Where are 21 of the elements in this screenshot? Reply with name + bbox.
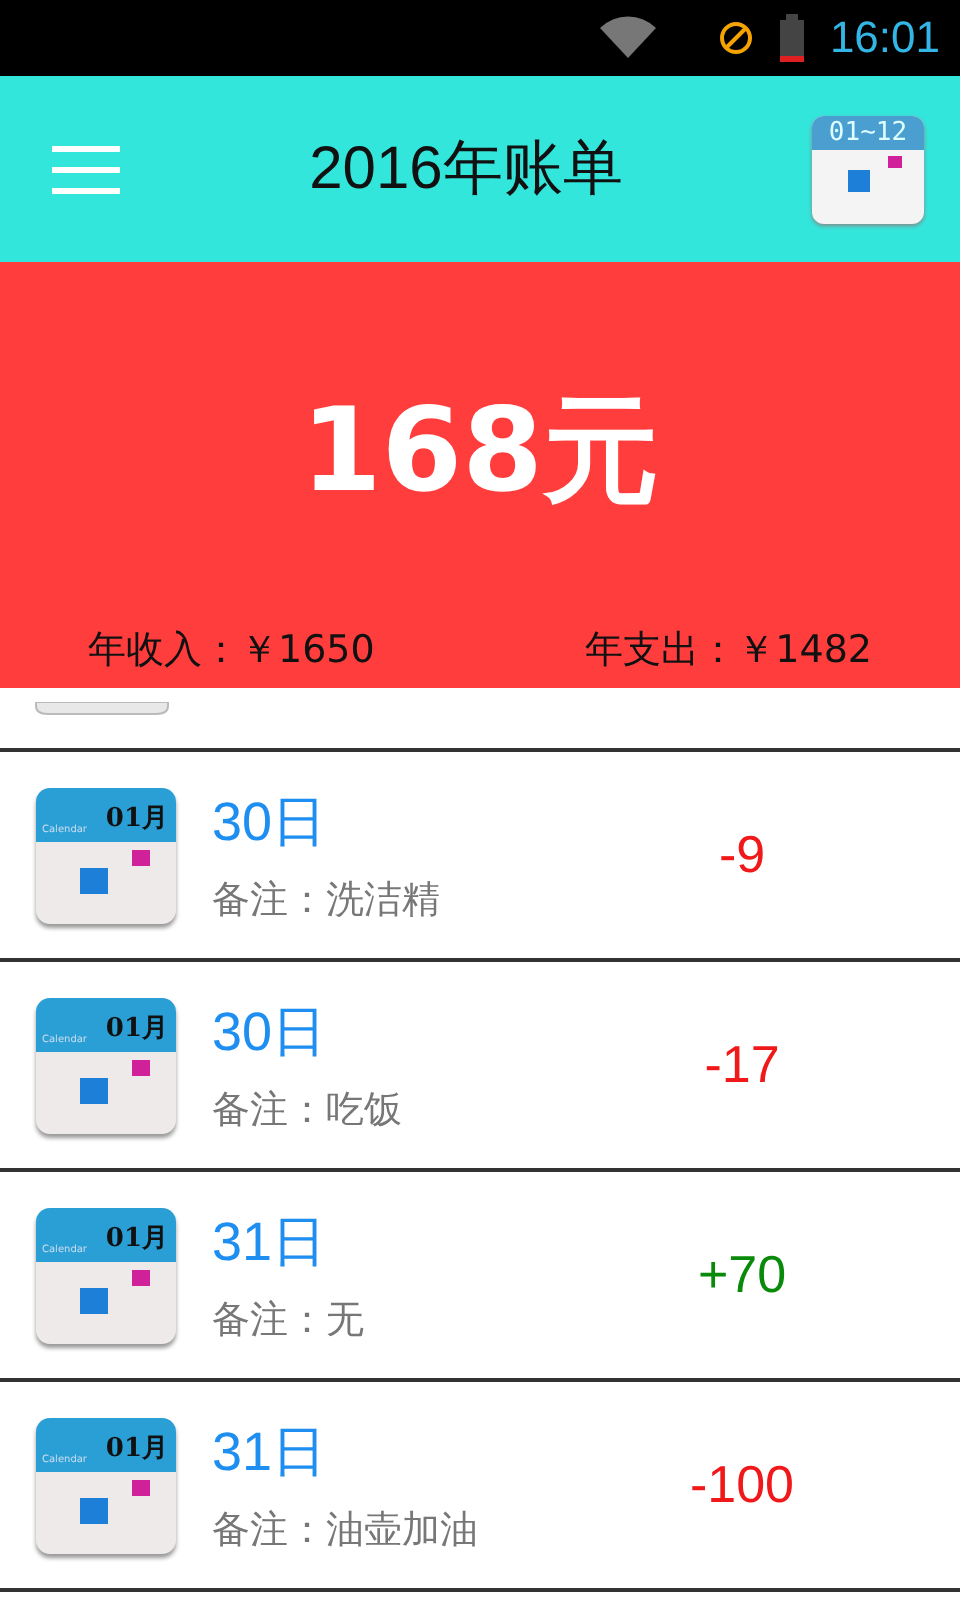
record-day: 31日 [212, 1205, 632, 1277]
record-day: 30日 [212, 785, 632, 857]
yearly-income: 年收入：￥1650 [88, 626, 375, 676]
menu-icon[interactable] [52, 143, 120, 195]
blocked-icon [717, 20, 754, 56]
record-amount: -100 [687, 1454, 797, 1516]
record-note: 备注：洗洁精 [212, 875, 442, 925]
wifi-icon [597, 16, 658, 60]
record-day: 30日 [212, 995, 632, 1067]
clock-time: 16:01 [829, 12, 940, 64]
page-title: 2016年账单 [307, 134, 625, 206]
record-amount: -17 [702, 1034, 782, 1096]
record-amount: -9 [716, 824, 768, 886]
record-day: 31日 [212, 1415, 632, 1487]
record-note: 备注：油壶加油 [212, 1505, 480, 1555]
record-note: 备注：无 [212, 1295, 366, 1345]
battery-icon [777, 14, 806, 62]
record-amount: +70 [695, 1244, 789, 1306]
yearly-expense: 年支出：￥1482 [585, 626, 872, 676]
record-note: 备注：吃饭 [212, 1085, 404, 1135]
balance-total: 168元 [298, 379, 662, 521]
